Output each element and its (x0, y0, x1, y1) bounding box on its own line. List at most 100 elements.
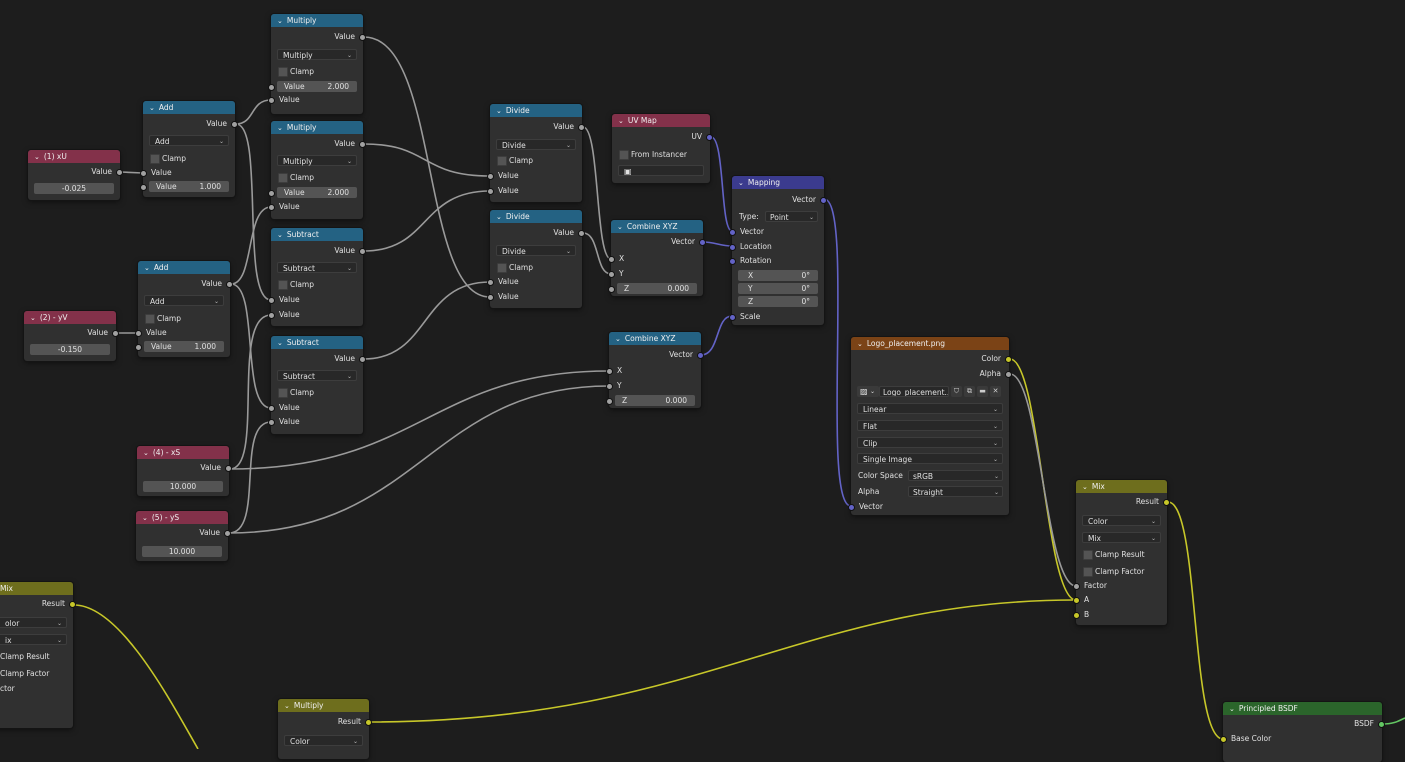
node-header[interactable]: ⌄ Multiply (271, 14, 363, 27)
node-input-yv[interactable]: ⌄ (2) - yV Value -0.150 (24, 311, 119, 361)
node-header[interactable]: ⌄ Mapping (732, 176, 824, 189)
clamp-result-checkbox[interactable]: Clamp Result (0, 651, 50, 662)
input-socket[interactable] (606, 383, 613, 390)
interpolation-dropdown[interactable]: Linear ⌄ (857, 403, 1003, 414)
node-math-divide-1[interactable]: ⌄ Divide Value Divide ⌄ Clamp Value Value (487, 104, 585, 202)
node-header[interactable]: ⌄ Add (143, 101, 235, 114)
z-field[interactable]: Z 0.000 (606, 395, 695, 406)
node-math-subtract-1[interactable]: ⌄ Subtract Value Subtract ⌄ Clamp Value Va… (268, 228, 366, 326)
value-field[interactable]: -0.150 (30, 344, 110, 355)
clamp-checkbox[interactable]: Clamp (497, 155, 533, 166)
output-socket[interactable] (231, 121, 238, 128)
checkbox-box[interactable] (278, 388, 288, 398)
node-mix-multiply[interactable]: ⌄ Multiply Result Color ⌄ (278, 699, 372, 759)
color-space-dropdown[interactable]: sRGB ⌄ (908, 470, 1003, 481)
output-socket[interactable] (69, 601, 76, 608)
collapse-chevron-icon[interactable]: ⌄ (277, 122, 283, 134)
input-socket[interactable] (1073, 612, 1080, 619)
node-header[interactable]: ⌄ (4) - xS (137, 446, 229, 459)
rotation-x-field[interactable]: X 0° (738, 270, 818, 281)
node-input-ys[interactable]: ⌄ (5) - yS Value 10.000 (136, 511, 231, 561)
input-socket[interactable] (268, 190, 275, 197)
node-header[interactable]: ⌄ UV Map (612, 114, 710, 127)
type-dropdown[interactable]: Point ⌄ (765, 211, 818, 222)
blend-mode-dropdown[interactable]: ix ⌄ (0, 634, 67, 645)
input-socket[interactable] (608, 286, 615, 293)
output-socket[interactable] (112, 330, 119, 337)
node-header[interactable]: ⌄ Add (138, 261, 230, 274)
collapse-chevron-icon[interactable]: ⌄ (618, 115, 624, 127)
output-socket[interactable] (359, 34, 366, 41)
input-socket[interactable] (268, 97, 275, 104)
input-socket[interactable] (729, 244, 736, 251)
node-mapping[interactable]: ⌄ Mapping Vector Type: Point ⌄ Vector Loca… (729, 176, 827, 325)
checkbox-box[interactable] (619, 150, 629, 160)
z-field[interactable]: Z 0.000 (608, 283, 697, 294)
collapse-chevron-icon[interactable]: ⌄ (144, 262, 150, 274)
image-name-field[interactable]: Logo_placement.... (879, 386, 949, 397)
clamp-checkbox[interactable]: Clamp (497, 262, 533, 273)
input-socket[interactable] (268, 204, 275, 211)
input-socket[interactable] (608, 271, 615, 278)
input-socket[interactable] (268, 312, 275, 319)
input-socket[interactable] (1220, 736, 1227, 743)
operation-dropdown[interactable]: Add ⌄ (149, 135, 229, 146)
blend-mode-dropdown[interactable]: Mix ⌄ (1082, 532, 1161, 543)
output-socket[interactable] (224, 530, 231, 537)
operation-dropdown[interactable]: Add ⌄ (144, 295, 224, 306)
node-input-xu[interactable]: ⌄ (1) xU Value -0.025 (28, 150, 123, 200)
node-header[interactable]: ⌄ Mix (1076, 480, 1167, 493)
node-header[interactable]: ⌄ Subtract (271, 336, 363, 349)
output-socket[interactable] (359, 248, 366, 255)
value-field[interactable]: Value 2.000 (268, 81, 357, 92)
collapse-chevron-icon[interactable]: ⌄ (277, 337, 283, 349)
node-math-multiply-1[interactable]: ⌄ Multiply Value Multiply ⌄ Clamp Value 2.0… (268, 14, 366, 114)
node-input-xs[interactable]: ⌄ (4) - xS Value 10.000 (137, 446, 232, 496)
value-field[interactable]: 10.000 (143, 481, 223, 492)
input-socket[interactable] (487, 279, 494, 286)
collapse-chevron-icon[interactable]: ⌄ (615, 333, 621, 345)
source-dropdown[interactable]: Single Image ⌄ (857, 453, 1003, 464)
collapse-chevron-icon[interactable]: ⌄ (617, 221, 623, 233)
node-header[interactable]: ⌄ Combine XYZ (609, 332, 701, 345)
node-header[interactable]: ⌄ Multiply (278, 699, 369, 712)
node-combine-xyz-1[interactable]: ⌄ Combine XYZ Vector X Y Z 0.000 (608, 220, 706, 296)
collapse-chevron-icon[interactable]: ⌄ (277, 15, 283, 27)
clamp-checkbox[interactable]: Clamp (278, 66, 314, 77)
clamp-result-checkbox[interactable]: Clamp Result (1083, 549, 1145, 560)
projection-dropdown[interactable]: Flat ⌄ (857, 420, 1003, 431)
from-instancer-checkbox[interactable]: From Instancer (619, 149, 687, 160)
node-math-multiply-2[interactable]: ⌄ Multiply Value Multiply ⌄ Clamp Value 2.0… (268, 121, 366, 219)
collapse-chevron-icon[interactable]: ⌄ (149, 102, 155, 114)
output-socket[interactable] (226, 281, 233, 288)
checkbox-box[interactable] (278, 173, 288, 183)
collapse-chevron-icon[interactable]: ⌄ (284, 700, 290, 712)
output-socket[interactable] (365, 719, 372, 726)
input-socket[interactable] (606, 368, 613, 375)
output-socket[interactable] (578, 124, 585, 131)
input-socket[interactable] (487, 294, 494, 301)
input-socket[interactable] (268, 419, 275, 426)
node-uv-map[interactable]: ⌄ UV Map UV From Instancer ▣ (612, 114, 713, 183)
duplicate-icon[interactable]: ⧉ (964, 386, 975, 397)
value-field[interactable]: Value 2.000 (268, 187, 357, 198)
checkbox-box[interactable] (1083, 550, 1093, 560)
output-socket[interactable] (225, 465, 232, 472)
input-socket[interactable] (268, 405, 275, 412)
collapse-chevron-icon[interactable]: ⌄ (496, 105, 502, 117)
checkbox-box[interactable] (278, 67, 288, 77)
node-header[interactable]: ⌄ Multiply (271, 121, 363, 134)
close-icon[interactable]: ✕ (990, 386, 1001, 397)
value-field[interactable]: 10.000 (142, 546, 222, 557)
data-type-dropdown[interactable]: Color ⌄ (1082, 515, 1161, 526)
folder-icon[interactable]: ▬ (977, 386, 988, 397)
clamp-checkbox[interactable]: Clamp (278, 279, 314, 290)
node-header[interactable]: ⌄ (1) xU (28, 150, 120, 163)
collapse-chevron-icon[interactable]: ⌄ (496, 211, 502, 223)
checkbox-box[interactable] (1083, 567, 1093, 577)
checkbox-box[interactable] (145, 314, 155, 324)
input-socket[interactable] (140, 184, 147, 191)
output-socket[interactable] (699, 239, 706, 246)
output-socket[interactable] (116, 169, 123, 176)
value-field[interactable]: Value 1.000 (135, 341, 224, 352)
